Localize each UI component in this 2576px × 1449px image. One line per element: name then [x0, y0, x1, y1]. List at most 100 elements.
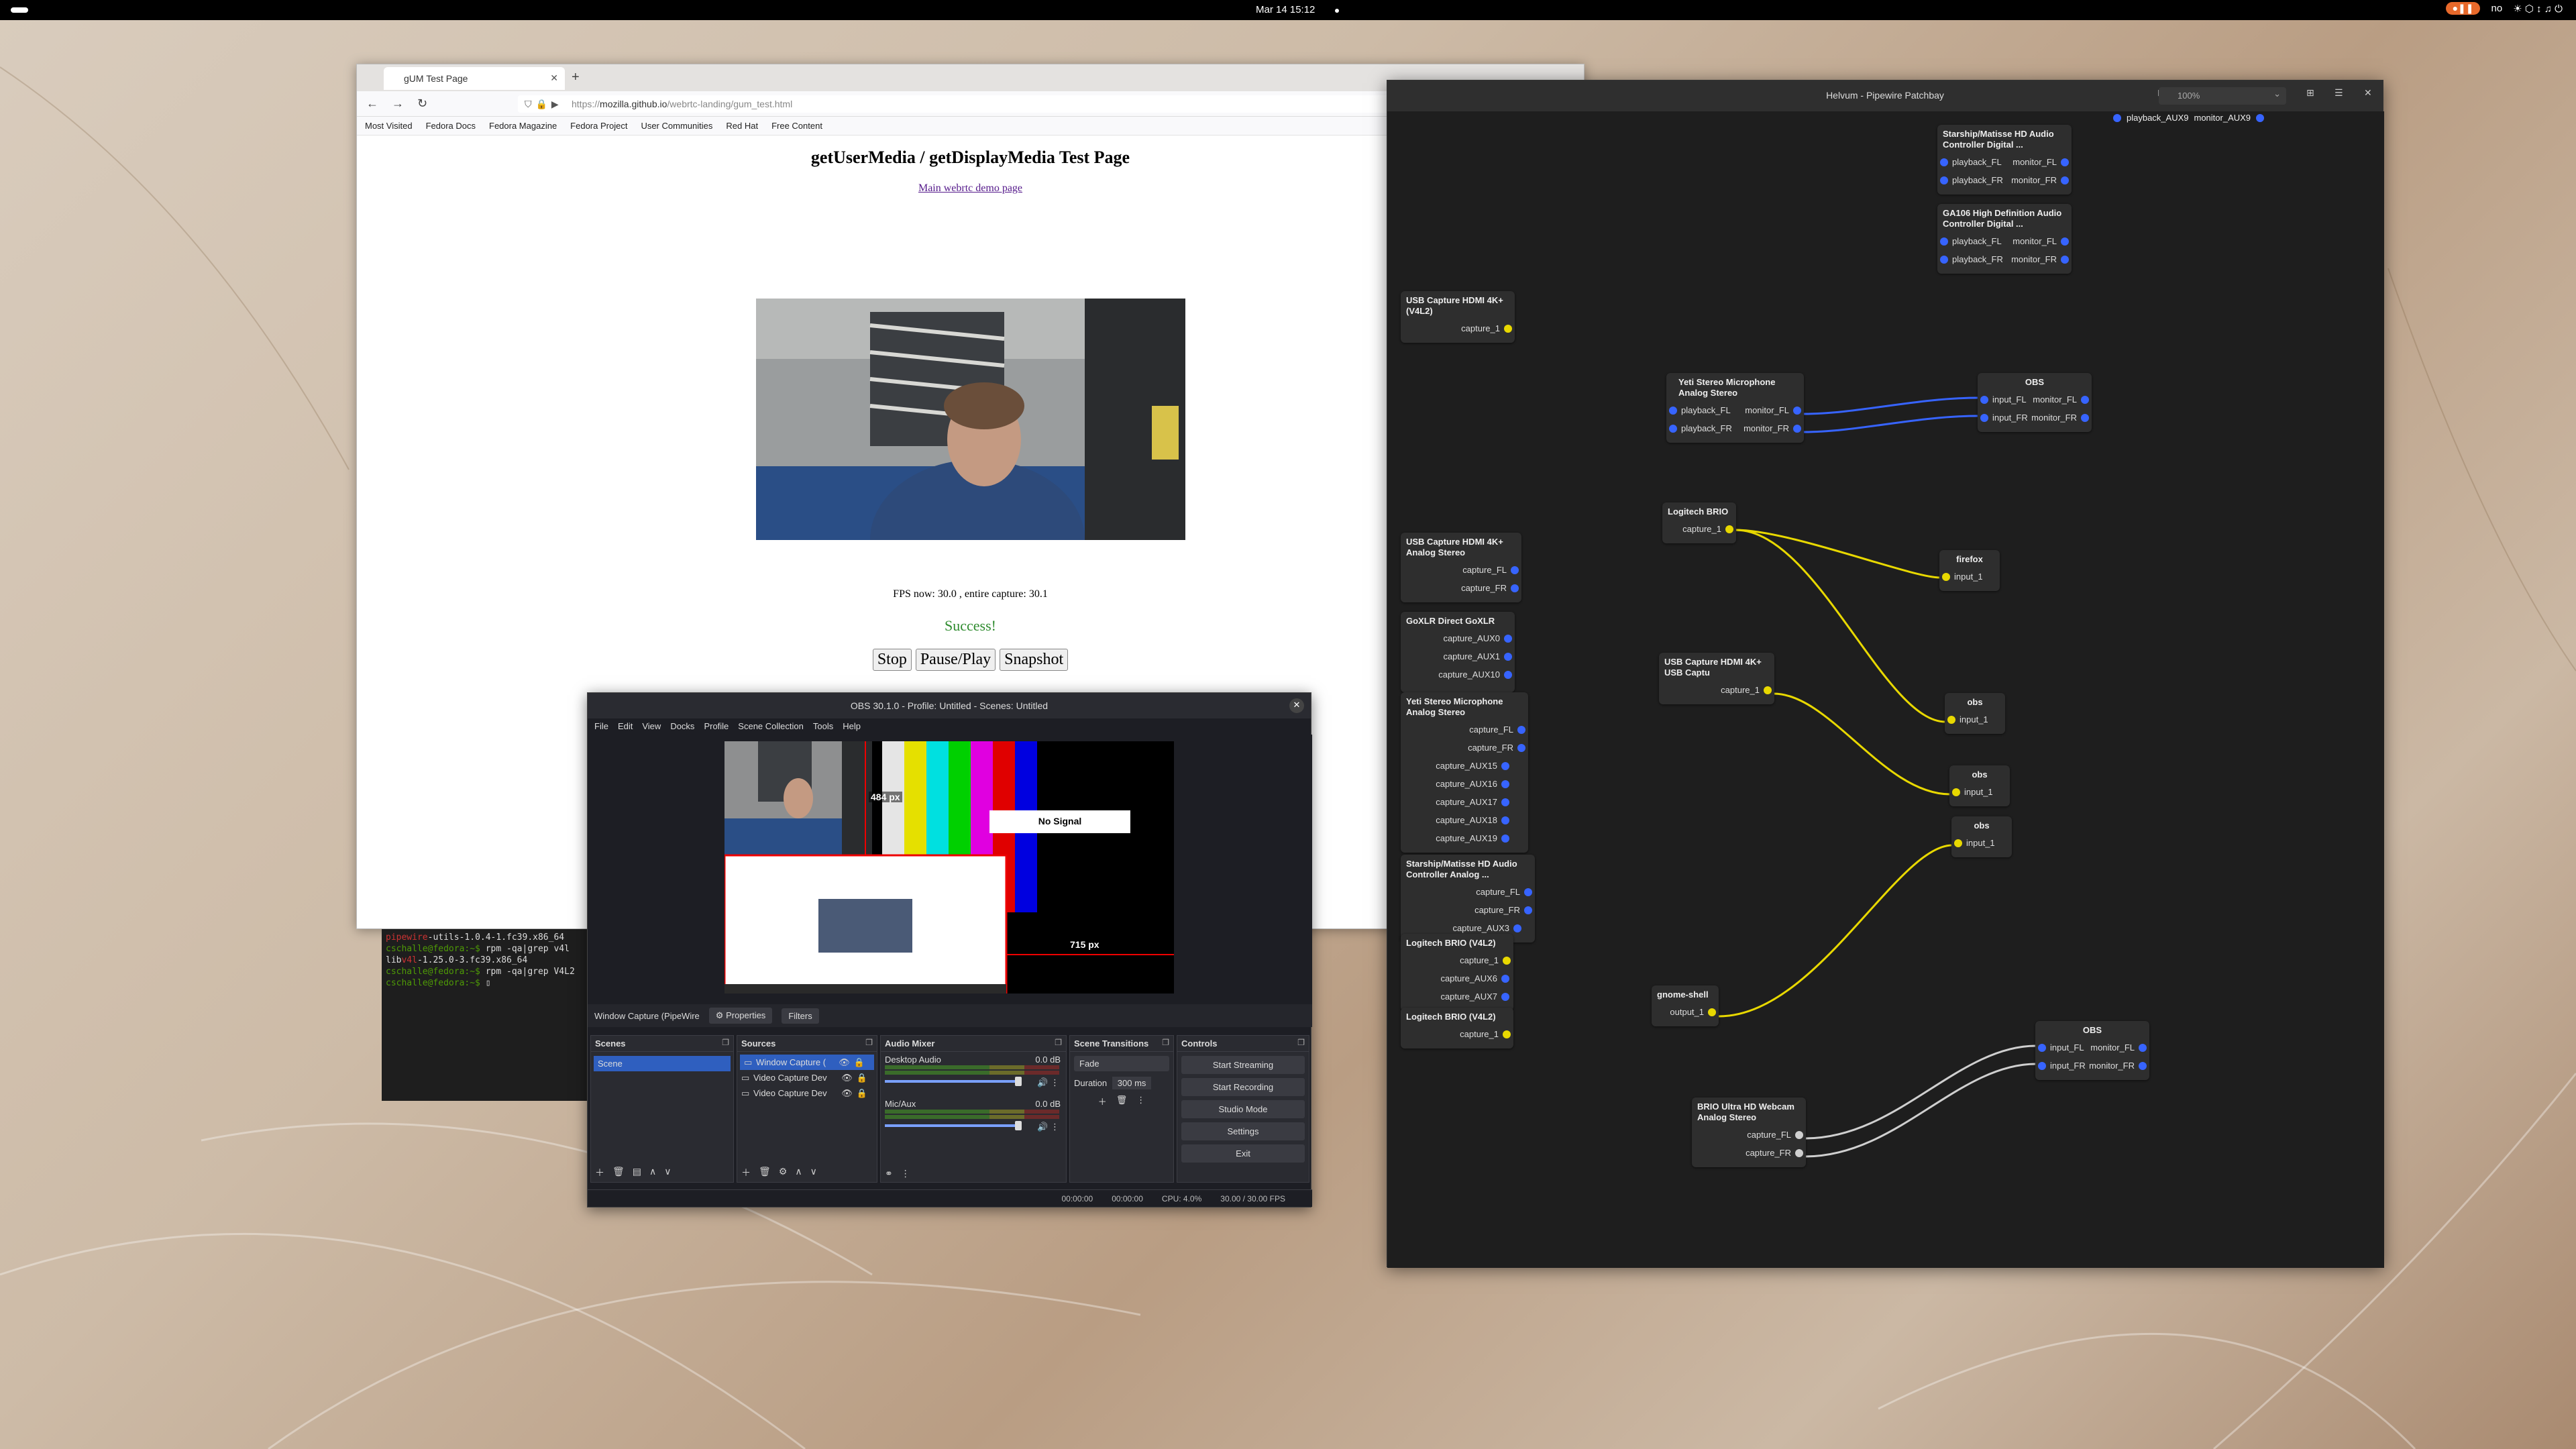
- start-recording-button[interactable]: Start Recording: [1181, 1078, 1305, 1096]
- port-dot[interactable]: [1940, 176, 1948, 184]
- properties-button[interactable]: ⚙ Properties: [708, 1008, 773, 1024]
- bookmark-3[interactable]: Fedora Project: [570, 121, 627, 131]
- port-dot[interactable]: [1501, 834, 1509, 843]
- scene-item[interactable]: Scene: [594, 1056, 731, 1071]
- close-icon[interactable]: ✕: [1289, 698, 1304, 713]
- filters-button[interactable]: Filters: [782, 1008, 819, 1024]
- zoom-in-icon[interactable]: ⊞: [2306, 87, 2314, 99]
- menu-help[interactable]: Help: [843, 721, 861, 732]
- node-obs-video-2[interactable]: obs input_1: [1949, 765, 2010, 806]
- down-icon[interactable]: ∨: [664, 1166, 671, 1179]
- terminal-window[interactable]: pipewire-utils-1.0.4-1.fc39.x86_64 cschal…: [382, 929, 596, 1101]
- node-brio-v4l2-a[interactable]: Logitech BRIO (V4L2) capture_1 capture_A…: [1401, 934, 1513, 1011]
- port-dot[interactable]: [1501, 992, 1509, 1001]
- port-dot[interactable]: [1793, 424, 1801, 433]
- menu-profile[interactable]: Profile: [704, 721, 729, 732]
- port-dot[interactable]: [2061, 176, 2069, 184]
- menu-icon[interactable]: ⋮: [1136, 1095, 1145, 1108]
- source-item[interactable]: Video Capture Dev👁🔒: [737, 1070, 877, 1085]
- port-dot[interactable]: [1524, 906, 1532, 914]
- add-icon[interactable]: ＋: [595, 1166, 604, 1179]
- node-starship-analog[interactable]: Starship/Matisse HD Audio Controller Ana…: [1401, 855, 1535, 943]
- node-obs-audio-1[interactable]: OBS input_FL monitor_FL input_FR monitor_F…: [1978, 373, 2092, 432]
- port-dot[interactable]: [1669, 424, 1677, 433]
- port-dot[interactable]: [2061, 237, 2069, 246]
- bookmark-2[interactable]: Fedora Magazine: [489, 121, 557, 131]
- port-dot[interactable]: [1511, 566, 1519, 574]
- node-starship-digital[interactable]: Starship/Matisse HD Audio Controller Dig…: [1937, 125, 2072, 195]
- port-dot[interactable]: [1793, 406, 1801, 415]
- port-dot[interactable]: [1504, 670, 1512, 679]
- activities-button[interactable]: [11, 7, 28, 13]
- port-dot[interactable]: [1669, 406, 1677, 415]
- preview-canvas[interactable]: No Signal 484 px 715 px: [723, 741, 1174, 995]
- port-dot[interactable]: [2081, 395, 2089, 404]
- reload-icon[interactable]: ↻: [417, 97, 427, 111]
- menu-file[interactable]: File: [594, 721, 608, 732]
- port-dot[interactable]: [1952, 788, 1960, 796]
- node-gnome-shell[interactable]: gnome-shell output_1: [1652, 985, 1719, 1026]
- source-item[interactable]: Window Capture (👁🔒: [740, 1055, 874, 1070]
- exit-button[interactable]: Exit: [1181, 1144, 1305, 1163]
- bookmark-5[interactable]: Red Hat: [726, 121, 758, 131]
- back-icon[interactable]: ←: [366, 97, 378, 111]
- port-dot[interactable]: [1511, 584, 1519, 592]
- node-ga106[interactable]: GA106 High Definition Audio Controller D…: [1937, 204, 2072, 274]
- obs-preview[interactable]: No Signal 484 px 715 px: [588, 735, 1312, 1015]
- menu-scene-collection[interactable]: Scene Collection: [738, 721, 804, 732]
- volume-slider[interactable]: [885, 1077, 1022, 1086]
- port-dot[interactable]: [1501, 974, 1509, 983]
- port-dot[interactable]: [2038, 1061, 2046, 1070]
- port-dot[interactable]: [1517, 743, 1525, 752]
- port-dot[interactable]: [1795, 1130, 1803, 1139]
- speaker-icon[interactable]: 🔊 ⋮: [1037, 1077, 1059, 1088]
- new-tab-icon[interactable]: +: [572, 70, 580, 85]
- eye-icon[interactable]: 👁🔒: [841, 1073, 871, 1083]
- menu-tools[interactable]: Tools: [813, 721, 833, 732]
- menu-icon[interactable]: ☰: [2334, 87, 2343, 99]
- down-icon[interactable]: ∨: [810, 1166, 817, 1179]
- close-tab-icon[interactable]: ✕: [550, 72, 558, 84]
- menu-view[interactable]: View: [642, 721, 661, 732]
- node-brio-webcam[interactable]: BRIO Ultra HD Webcam Analog Stereo captu…: [1692, 1097, 1806, 1167]
- port-dot[interactable]: [2038, 1043, 2046, 1052]
- node-brio-v4l2-b[interactable]: Logitech BRIO (V4L2) capture_1: [1401, 1008, 1513, 1049]
- port-dot[interactable]: [1947, 715, 1955, 724]
- port-dot[interactable]: [1504, 652, 1512, 661]
- port-dot[interactable]: [1503, 956, 1511, 965]
- bookmark-4[interactable]: User Communities: [641, 121, 712, 131]
- node-logitech-brio[interactable]: Logitech BRIO capture_1: [1662, 502, 1736, 543]
- close-icon[interactable]: ✕: [2364, 87, 2372, 99]
- port-dot[interactable]: [1980, 413, 1988, 422]
- zoom-select[interactable]: 100%: [2159, 87, 2286, 105]
- port-dot[interactable]: [1942, 572, 1950, 581]
- system-menu-icons[interactable]: ☀ ⬡ ↕ ♫ ⏻: [2513, 3, 2563, 15]
- transition-select[interactable]: Fade: [1074, 1056, 1169, 1071]
- menu-docks[interactable]: Docks: [670, 721, 694, 732]
- node-usb-hdmi-analog[interactable]: USB Capture HDMI 4K+ Analog Stereo captu…: [1401, 533, 1521, 602]
- port-dot[interactable]: [2113, 113, 2121, 122]
- up-icon[interactable]: ∧: [795, 1166, 802, 1179]
- menu-icon[interactable]: ⋮: [901, 1168, 910, 1179]
- node-usb-hdmi-captu[interactable]: USB Capture HDMI 4K+ USB Captu capture_1: [1659, 653, 1774, 704]
- port-dot[interactable]: [1501, 761, 1509, 770]
- add-icon[interactable]: ＋: [741, 1166, 751, 1179]
- port-dot[interactable]: [2139, 1043, 2147, 1052]
- volume-slider[interactable]: [885, 1121, 1022, 1130]
- port-dot[interactable]: [1940, 255, 1948, 264]
- port-dot[interactable]: [1501, 798, 1509, 806]
- port-dot[interactable]: [1501, 816, 1509, 824]
- gear-icon[interactable]: ⚙: [779, 1166, 788, 1179]
- port-dot[interactable]: [1764, 686, 1772, 694]
- settings-button[interactable]: Settings: [1181, 1122, 1305, 1140]
- link-icon[interactable]: ⚭: [885, 1168, 893, 1179]
- menu-edit[interactable]: Edit: [618, 721, 633, 732]
- start-streaming-button[interactable]: Start Streaming: [1181, 1056, 1305, 1074]
- tab-gum-test[interactable]: gUM Test Page ✕: [384, 67, 565, 90]
- remove-icon[interactable]: 🗑: [1116, 1095, 1128, 1108]
- port-dot[interactable]: [1980, 395, 1988, 404]
- node-firefox[interactable]: firefox input_1: [1939, 550, 2000, 591]
- remove-icon[interactable]: 🗑: [612, 1166, 625, 1179]
- duration-input[interactable]: 300 ms: [1112, 1077, 1152, 1089]
- node-goxlr[interactable]: GoXLR Direct GoXLR capture_AUX0 capture_…: [1401, 612, 1515, 692]
